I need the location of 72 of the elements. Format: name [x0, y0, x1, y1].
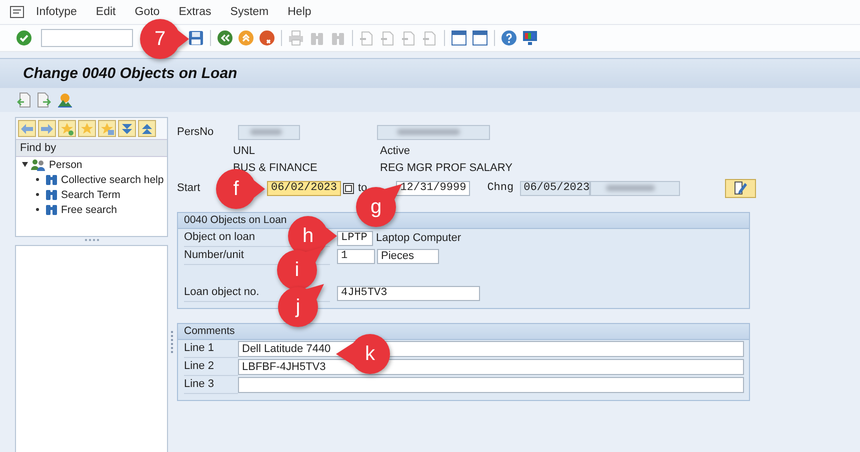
favorite-folder-button[interactable]	[98, 120, 116, 137]
comment-field[interactable]	[238, 377, 744, 393]
window-icon[interactable]	[451, 30, 467, 46]
changed-date-field: 06/05/2023	[520, 180, 590, 196]
bullet-icon	[36, 208, 39, 211]
splitter-handle[interactable]	[84, 239, 98, 243]
favorite-button[interactable]	[78, 120, 96, 137]
binoculars-icon	[45, 173, 58, 186]
edit-icon	[733, 181, 748, 195]
splitter-handle[interactable]	[170, 331, 174, 353]
calendar-icon[interactable]	[343, 182, 354, 194]
collapse-icon	[140, 122, 154, 134]
field-label: Line 3	[184, 378, 214, 390]
info-text: Active	[380, 144, 410, 156]
field-label: PersNo	[177, 126, 215, 138]
command-field[interactable]	[41, 29, 133, 47]
document-arrow-icon[interactable]	[17, 92, 31, 108]
menu-item[interactable]: Infotype	[36, 6, 77, 18]
loan-object-field[interactable]: 4JH5TV3	[337, 286, 480, 300]
pers-no-field	[238, 124, 300, 140]
tree-item[interactable]: Free search	[61, 204, 118, 216]
menu-icon[interactable]	[10, 6, 24, 18]
forward-button[interactable]	[38, 120, 56, 137]
binoculars-icon	[45, 203, 58, 216]
menu-item[interactable]: Extras	[178, 6, 212, 18]
start-date-field[interactable]: 06/02/2023	[267, 180, 341, 196]
save-icon[interactable]	[188, 30, 204, 46]
monitor-icon[interactable]	[522, 30, 538, 46]
expand-button[interactable]	[118, 120, 136, 137]
object-code-field[interactable]: LPTP	[337, 230, 373, 246]
unit-field[interactable]: Pieces	[377, 248, 439, 264]
object-text: Laptop Computer	[376, 232, 461, 244]
tree-header: Find by	[16, 139, 167, 157]
number-field[interactable]: 1	[337, 248, 375, 264]
check-icon[interactable]	[16, 30, 32, 46]
menu-item[interactable]: Edit	[96, 6, 116, 18]
field-label: Chng	[487, 182, 514, 194]
field-label: Line 2	[184, 360, 214, 372]
menu-item[interactable]: System	[230, 6, 269, 18]
edit-button[interactable]	[724, 178, 756, 198]
bullet-icon	[36, 178, 39, 181]
tree-item[interactable]: Person	[49, 158, 82, 170]
comment-field[interactable]: LBFBF-4JH5TV3	[238, 359, 744, 375]
binoculars-icon	[45, 188, 58, 201]
end-date-field[interactable]: 12/31/9999	[396, 180, 470, 196]
window-icon[interactable]	[472, 30, 488, 46]
field-label: Start	[177, 182, 200, 194]
tree-item[interactable]: Collective search help	[61, 174, 164, 186]
menu-item[interactable]: Goto	[134, 6, 160, 18]
field-label: Object on loan	[184, 231, 255, 243]
landscape-icon[interactable]	[57, 92, 73, 108]
back-icon[interactable]	[217, 30, 233, 46]
group-title: Comments	[178, 324, 749, 340]
menu-item[interactable]: Help	[288, 6, 312, 18]
info-text: REG MGR PROF SALARY	[380, 162, 512, 174]
add-favorite-button[interactable]	[58, 120, 76, 137]
field-label: Number/unit	[184, 249, 244, 261]
screen-title: Change 0040 Objects on Loan	[23, 65, 238, 82]
help-icon[interactable]	[501, 30, 517, 46]
expand-icon	[120, 122, 134, 134]
field-label: Loan object no.	[184, 286, 260, 298]
document-arrow-icon[interactable]	[37, 92, 51, 108]
info-text: UNL	[233, 144, 256, 156]
people-icon	[31, 158, 46, 170]
step-callout: 7	[138, 16, 190, 62]
back-button[interactable]	[18, 120, 36, 137]
field-label: Line 1	[184, 342, 214, 354]
collapse-button[interactable]	[138, 120, 156, 137]
bullet-icon	[36, 193, 39, 196]
cancel-icon[interactable]	[259, 30, 275, 46]
field-label: to	[358, 182, 368, 194]
tree-item[interactable]: Search Term	[61, 188, 120, 200]
